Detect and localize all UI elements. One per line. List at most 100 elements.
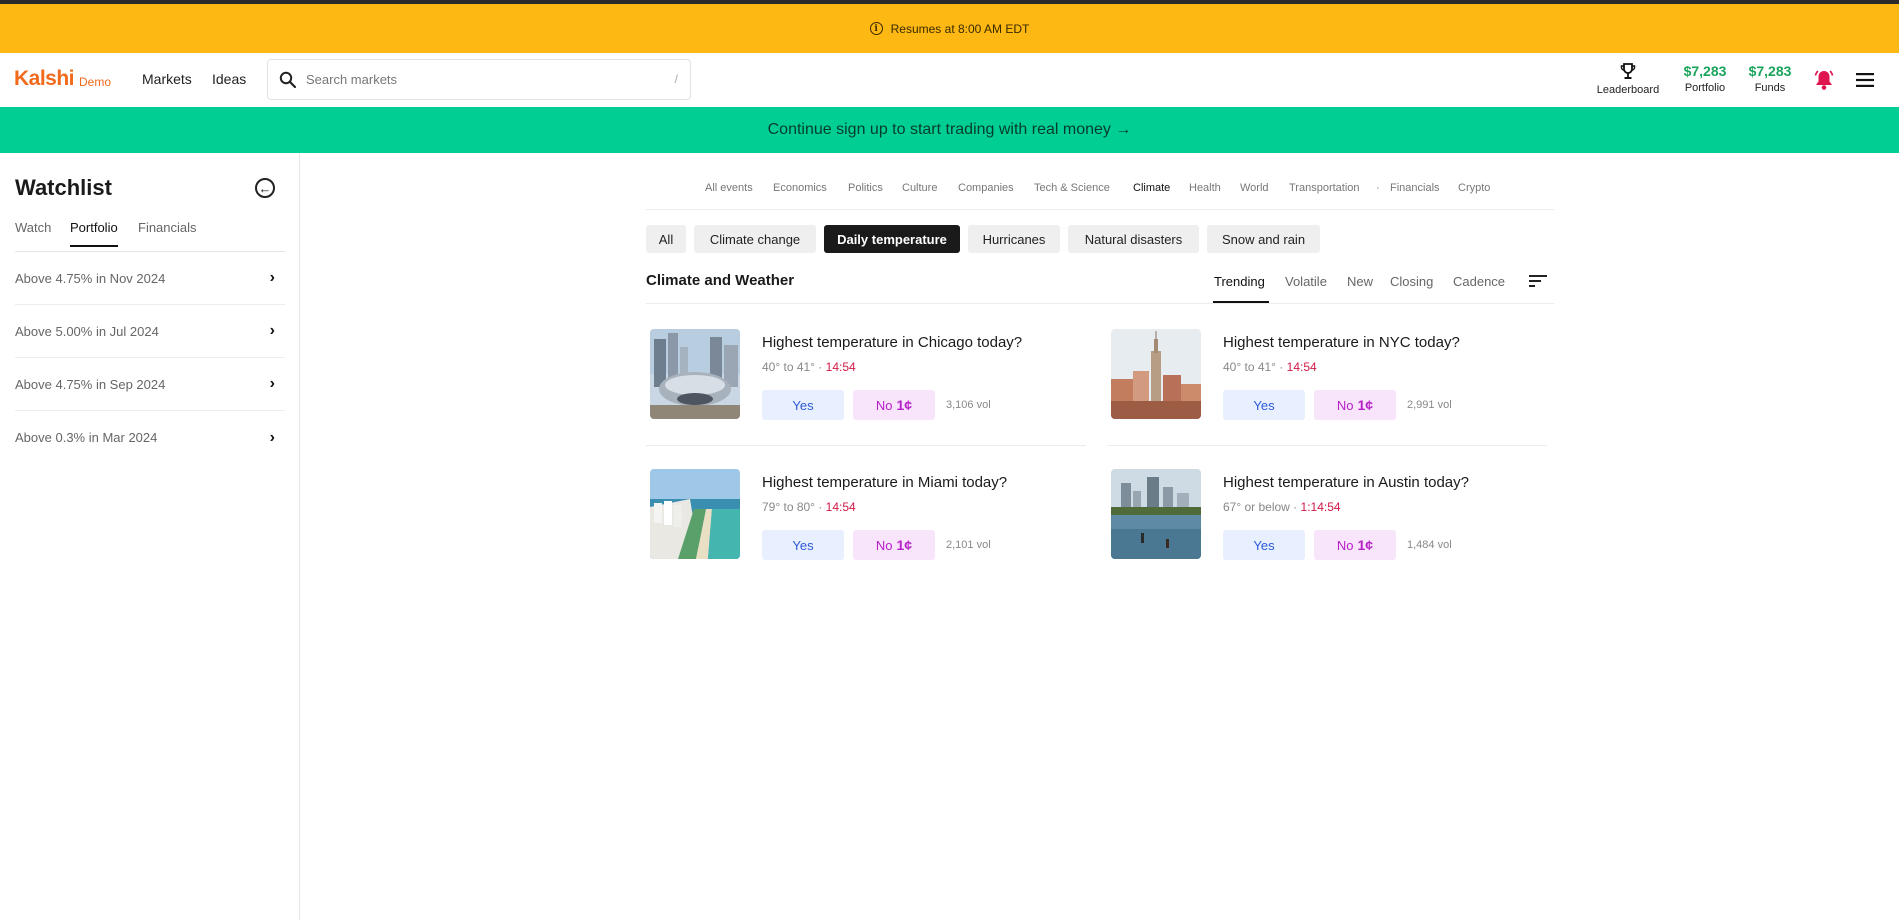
signup-banner[interactable]: Continue sign up to start trading with r… [0,107,1899,153]
no-label: No [1336,397,1354,413]
sort-tab-volatile[interactable]: Volatile [1285,274,1327,289]
austin-lake-image [1111,469,1201,559]
market-volume: 3,106 vol [946,399,991,411]
search-input[interactable]: Search markets [306,72,397,87]
market-title[interactable]: Highest temperature in NYC today? [1223,334,1460,351]
chip-natural-disasters[interactable]: Natural disasters [1068,225,1199,253]
market-range: 67° or below · [1223,500,1301,514]
sort-tab-cadence[interactable]: Cadence [1453,274,1505,289]
top-nav: Kalshi Demo Markets Ideas Search markets… [0,53,1899,107]
yes-button[interactable]: Yes [762,390,844,420]
portfolio-button[interactable]: $7,283 Portfolio [1680,63,1730,94]
watchlist-item-label: Above 5.00% in Jul 2024 [15,323,159,339]
watchlist-tab-watch[interactable]: Watch [15,220,51,245]
category-tabs: All events Economics Politics Culture Co… [646,172,1554,210]
no-label: No [1336,537,1354,553]
funds-button[interactable]: $7,283 Funds [1745,63,1795,94]
no-button[interactable]: No 1¢ [853,390,935,420]
market-volume: 2,101 vol [946,539,991,551]
chip-hurricanes[interactable]: Hurricanes [968,225,1060,253]
section-divider [646,303,1554,304]
chip-daily-temperature[interactable]: Daily temperature [824,225,960,253]
funds-label: Funds [1754,82,1786,94]
market-card-miami[interactable]: Highest temperature in Miami today? 79° … [646,465,1086,585]
category-all-events[interactable]: All events [705,182,753,194]
yes-button[interactable]: Yes [1223,390,1305,420]
category-companies[interactable]: Companies [958,182,1014,194]
banner-text: Resumes at 8:00 AM EDT [890,21,1030,36]
watchlist-item[interactable]: Above 5.00% in Jul 2024 › [15,305,285,358]
search-box[interactable]: Search markets / [267,59,691,100]
watchlist-item-label: Above 4.75% in Nov 2024 [15,270,166,286]
watchlist-title: Watchlist [15,175,112,200]
section-title: Climate and Weather [646,272,795,289]
watchlist-item[interactable]: Above 4.75% in Sep 2024 › [15,358,285,411]
no-button[interactable]: No 1¢ [1314,530,1396,560]
no-price: 1¢ [1357,537,1374,553]
market-volume: 1,484 vol [1407,539,1452,551]
watchlist-tab-portfolio[interactable]: Portfolio [70,220,118,247]
market-range: 40° to 41° · [1223,360,1287,374]
watchlist-item[interactable]: Above 4.75% in Nov 2024 › [15,252,285,305]
category-tech-science[interactable]: Tech & Science [1034,182,1110,194]
category-crypto[interactable]: Crypto [1458,182,1490,194]
market-subtitle: 40° to 41° · 14:54 [762,360,856,374]
portfolio-label: Portfolio [1684,82,1726,94]
yes-button[interactable]: Yes [762,530,844,560]
watchlist-item-label: Above 4.75% in Sep 2024 [15,376,166,392]
market-range: 79° to 80° · [762,500,826,514]
chip-all[interactable]: All [646,225,686,253]
menu-icon[interactable] [1856,73,1874,87]
market-card-chicago[interactable]: Highest temperature in Chicago today? 40… [646,325,1086,445]
market-volume: 2,991 vol [1407,399,1452,411]
no-button[interactable]: No 1¢ [853,530,935,560]
chevron-right-icon: › [269,269,275,286]
no-button[interactable]: No 1¢ [1314,390,1396,420]
no-price: 1¢ [896,397,913,413]
collapse-sidebar-icon[interactable]: ← [255,178,275,198]
no-price: 1¢ [896,537,913,553]
market-title[interactable]: Highest temperature in Austin today? [1223,474,1469,491]
chicago-bean-image [650,329,740,419]
watchlist-item-label: Above 0.3% in Mar 2024 [15,430,158,445]
category-world[interactable]: World [1240,182,1269,194]
leaderboard-button[interactable]: Leaderboard [1594,63,1662,96]
watchlist-tab-financials[interactable]: Financials [138,220,197,245]
chip-snow-and-rain[interactable]: Snow and rain [1207,225,1320,253]
market-countdown: 14:54 [825,360,856,374]
kalshi-logo[interactable]: Kalshi [14,67,75,91]
chip-climate-change[interactable]: Climate change [694,225,816,253]
market-title[interactable]: Highest temperature in Chicago today? [762,334,1022,351]
market-card-austin[interactable]: Highest temperature in Austin today? 67°… [1107,465,1547,585]
category-health[interactable]: Health [1189,182,1221,194]
nav-markets-link[interactable]: Markets [142,71,192,87]
sort-tab-trending[interactable]: Trending [1214,274,1265,289]
trophy-icon [1620,63,1636,79]
no-price: 1¢ [1357,397,1374,413]
nav-ideas-link[interactable]: Ideas [212,71,246,87]
category-culture[interactable]: Culture [902,182,937,194]
market-card-nyc[interactable]: Highest temperature in NYC today? 40° to… [1107,325,1547,445]
category-politics[interactable]: Politics [848,182,883,194]
watchlist-sidebar: Watchlist ← Watch Portfolio Financials A… [0,153,300,920]
watchlist-item[interactable]: Above 0.3% in Mar 2024 › [15,411,285,464]
category-financials[interactable]: Financials [1390,182,1440,194]
market-range: 40° to 41° · [762,360,826,374]
bell-icon[interactable] [1814,69,1834,91]
yes-button[interactable]: Yes [1223,530,1305,560]
category-climate[interactable]: Climate [1133,182,1170,194]
market-title[interactable]: Highest temperature in Miami today? [762,474,1007,491]
market-subtitle: 79° to 80° · 14:54 [762,500,856,514]
info-icon: i [869,22,883,35]
sort-tab-new[interactable]: New [1347,274,1373,289]
market-countdown: 14:54 [1286,360,1317,374]
portfolio-value: $7,283 [1683,63,1727,79]
market-countdown: 1:14:54 [1300,500,1341,514]
category-economics[interactable]: Economics [773,182,827,194]
category-transportation[interactable]: Transportation [1289,182,1360,194]
nyc-skyline-image [1111,329,1201,419]
signup-text[interactable]: Continue sign up to start trading with r… [768,121,1132,139]
sort-icon[interactable] [1529,274,1547,288]
sort-tab-closing[interactable]: Closing [1390,274,1433,289]
chevron-right-icon: › [269,322,275,339]
